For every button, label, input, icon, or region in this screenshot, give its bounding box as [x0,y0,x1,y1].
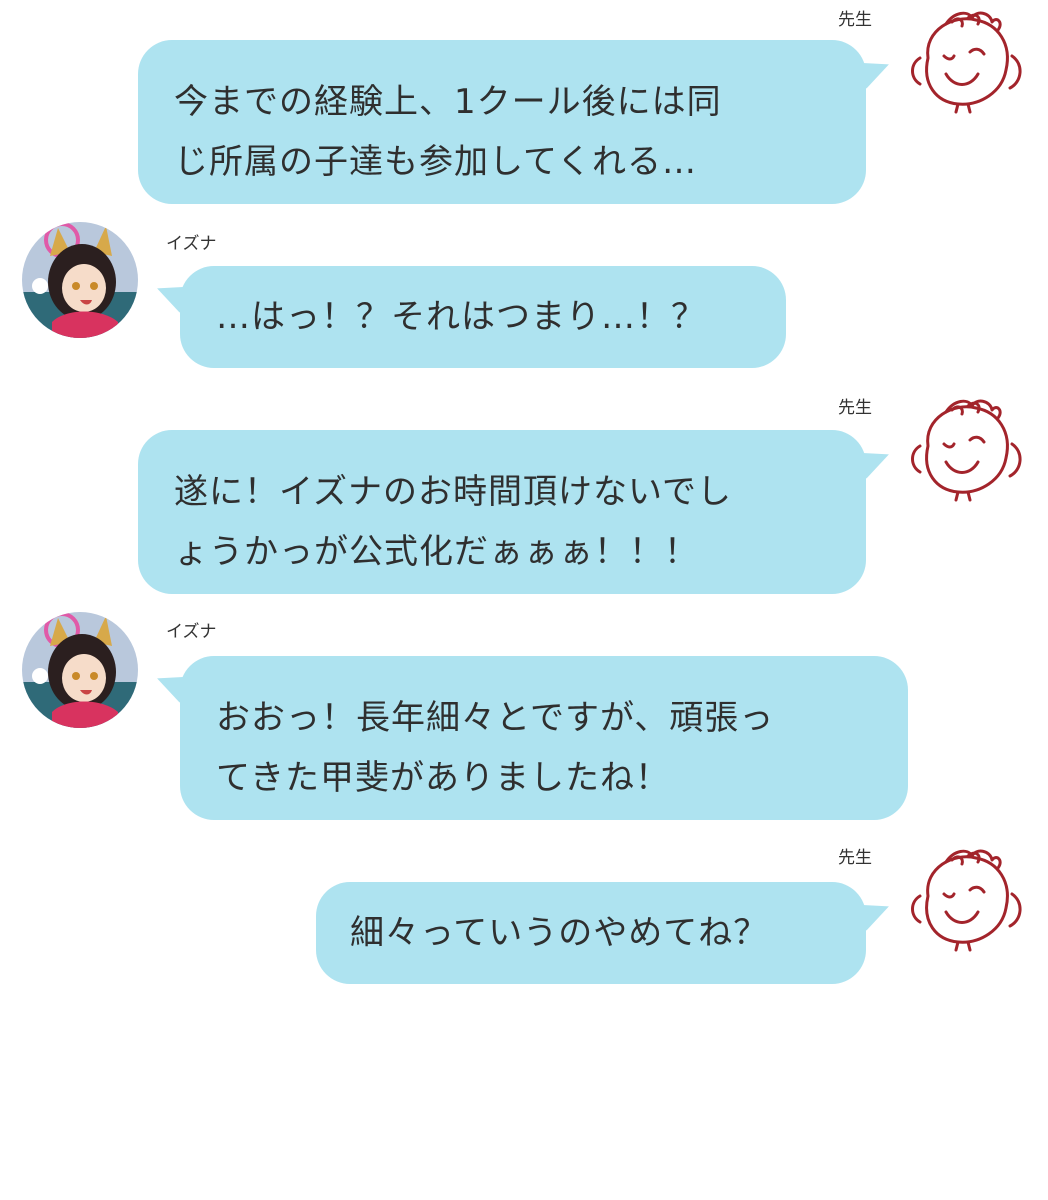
message-text-line: おおっ！長年細々とですが、頑張っ [216,698,775,738]
doodle-face-avatar-icon [906,396,1024,504]
speaker-name-izuna: イズナ [166,622,217,642]
message-bubble: …はっ！？それはつまり…！？ [151,266,786,368]
message-text-line: てきた甲斐がありましたね！ [216,758,670,798]
chat-log: 先生 今までの経験上、1クール後には同 じ所属の子達も参加してくれる… イズナ … [0,0,1048,1200]
message-bubble: 細々っていうのやめてね？ [316,882,895,984]
fox-girl-avatar-icon [22,612,138,728]
doodle-face-avatar-icon [906,846,1024,954]
speaker-name-sensei: 先生 [838,10,872,30]
message-text-line: 細々っていうのやめてね？ [350,913,769,953]
doodle-face-avatar-icon [906,8,1024,116]
bubble-tail [151,665,191,703]
bubble-tail [151,275,191,313]
message-bubble: 今までの経験上、1クール後には同 じ所属の子達も参加してくれる… [138,40,895,204]
message-text-line: ょうかっが公式化だぁぁぁ！！！ [174,532,699,572]
speaker-name-sensei: 先生 [838,398,872,418]
speaker-name-izuna: イズナ [166,234,217,254]
message-text-line: 今までの経験上、1クール後には同 [174,82,722,122]
message-text-line: じ所属の子達も参加してくれる… [174,142,697,182]
fox-girl-avatar-icon [22,222,138,338]
speaker-name-sensei: 先生 [838,848,872,868]
message-bubble: 遂に！イズナのお時間頂けないでし ょうかっが公式化だぁぁぁ！！！ [138,430,895,594]
message-text-line: …はっ！？それはつまり…！？ [216,297,706,337]
message-text-line: 遂に！イズナのお時間頂けないでし [174,472,732,512]
message-bubble: おおっ！長年細々とですが、頑張っ てきた甲斐がありましたね！ [151,656,908,820]
